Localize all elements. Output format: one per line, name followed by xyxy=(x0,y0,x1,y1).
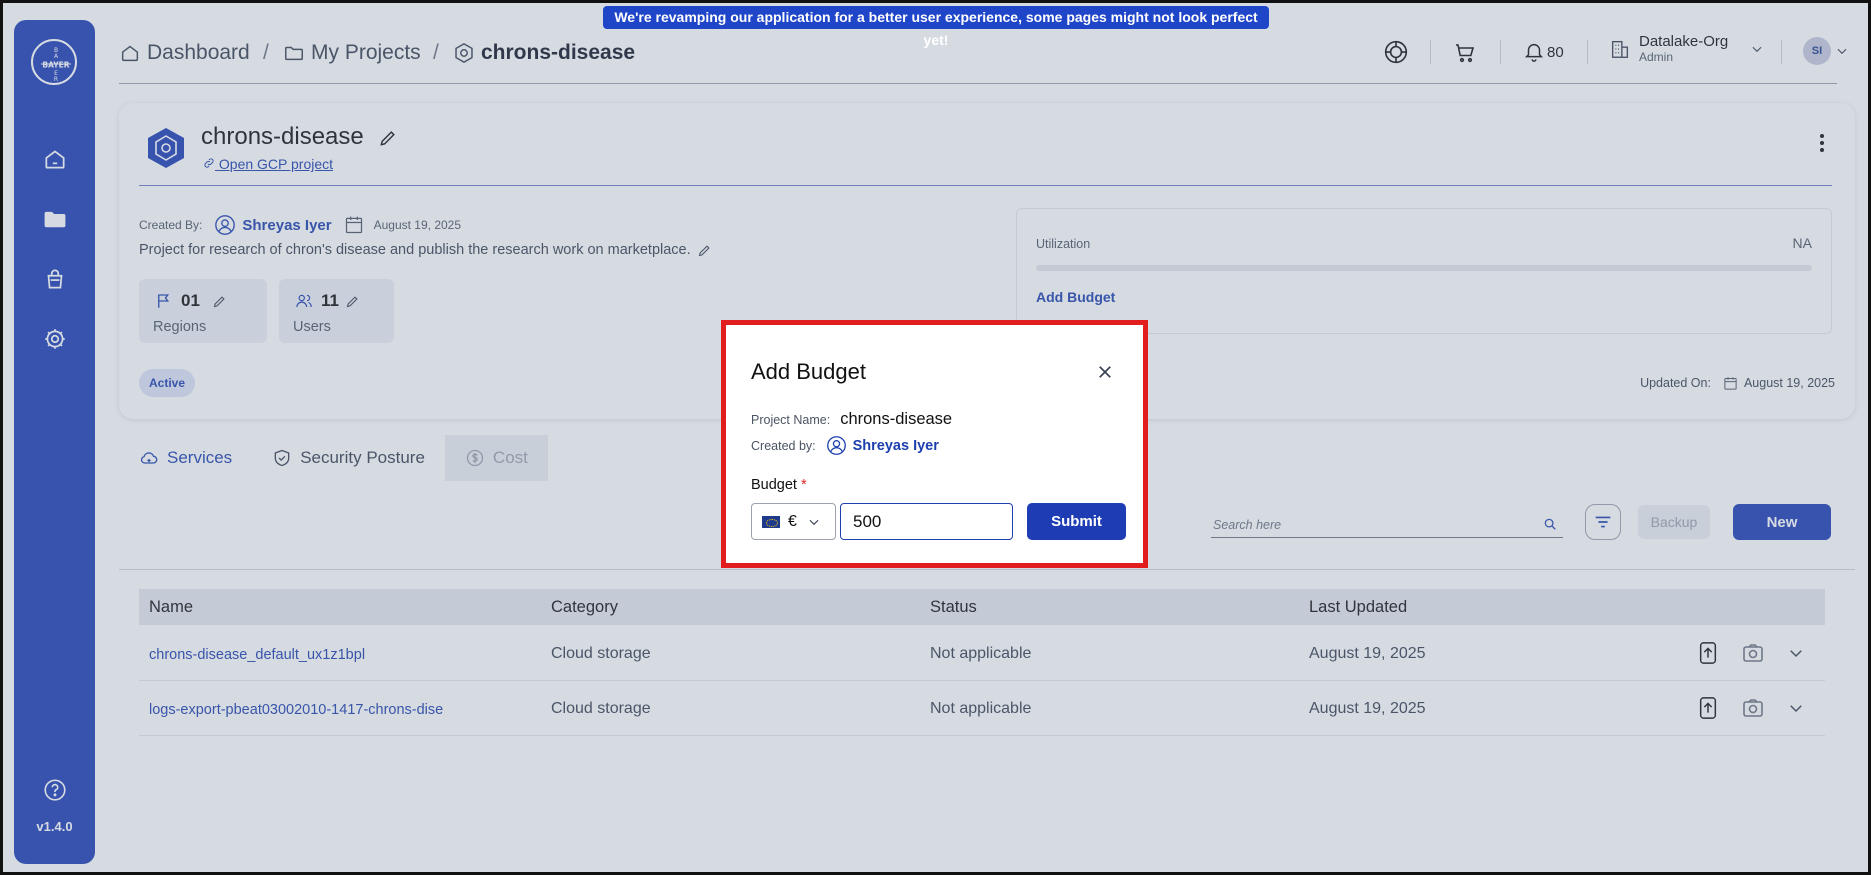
app-root: We're revamping our application for a be… xyxy=(3,3,1868,872)
modal-title: Add Budget xyxy=(751,359,866,384)
close-icon[interactable] xyxy=(1096,363,1114,381)
add-budget-modal: Add Budget Project Name: chrons-disease … xyxy=(721,320,1148,568)
user-circle-icon xyxy=(826,436,846,455)
revamp-banner: We're revamping our application for a be… xyxy=(603,6,1269,48)
submit-button[interactable]: Submit xyxy=(1027,503,1126,540)
creator-link[interactable]: Shreyas Iyer xyxy=(853,438,939,454)
budget-label: Budget * xyxy=(751,477,807,493)
eu-flag-icon xyxy=(762,515,780,528)
chevron-down-icon xyxy=(809,519,819,525)
budget-amount-input[interactable] xyxy=(840,503,1013,540)
required-marker: * xyxy=(801,477,807,493)
modal-project-name: Project Name: chrons-disease xyxy=(751,410,953,428)
currency-symbol: € xyxy=(788,512,797,530)
modal-created-by: Created by: Shreyas Iyer xyxy=(751,435,939,456)
currency-select[interactable]: € xyxy=(751,503,836,540)
